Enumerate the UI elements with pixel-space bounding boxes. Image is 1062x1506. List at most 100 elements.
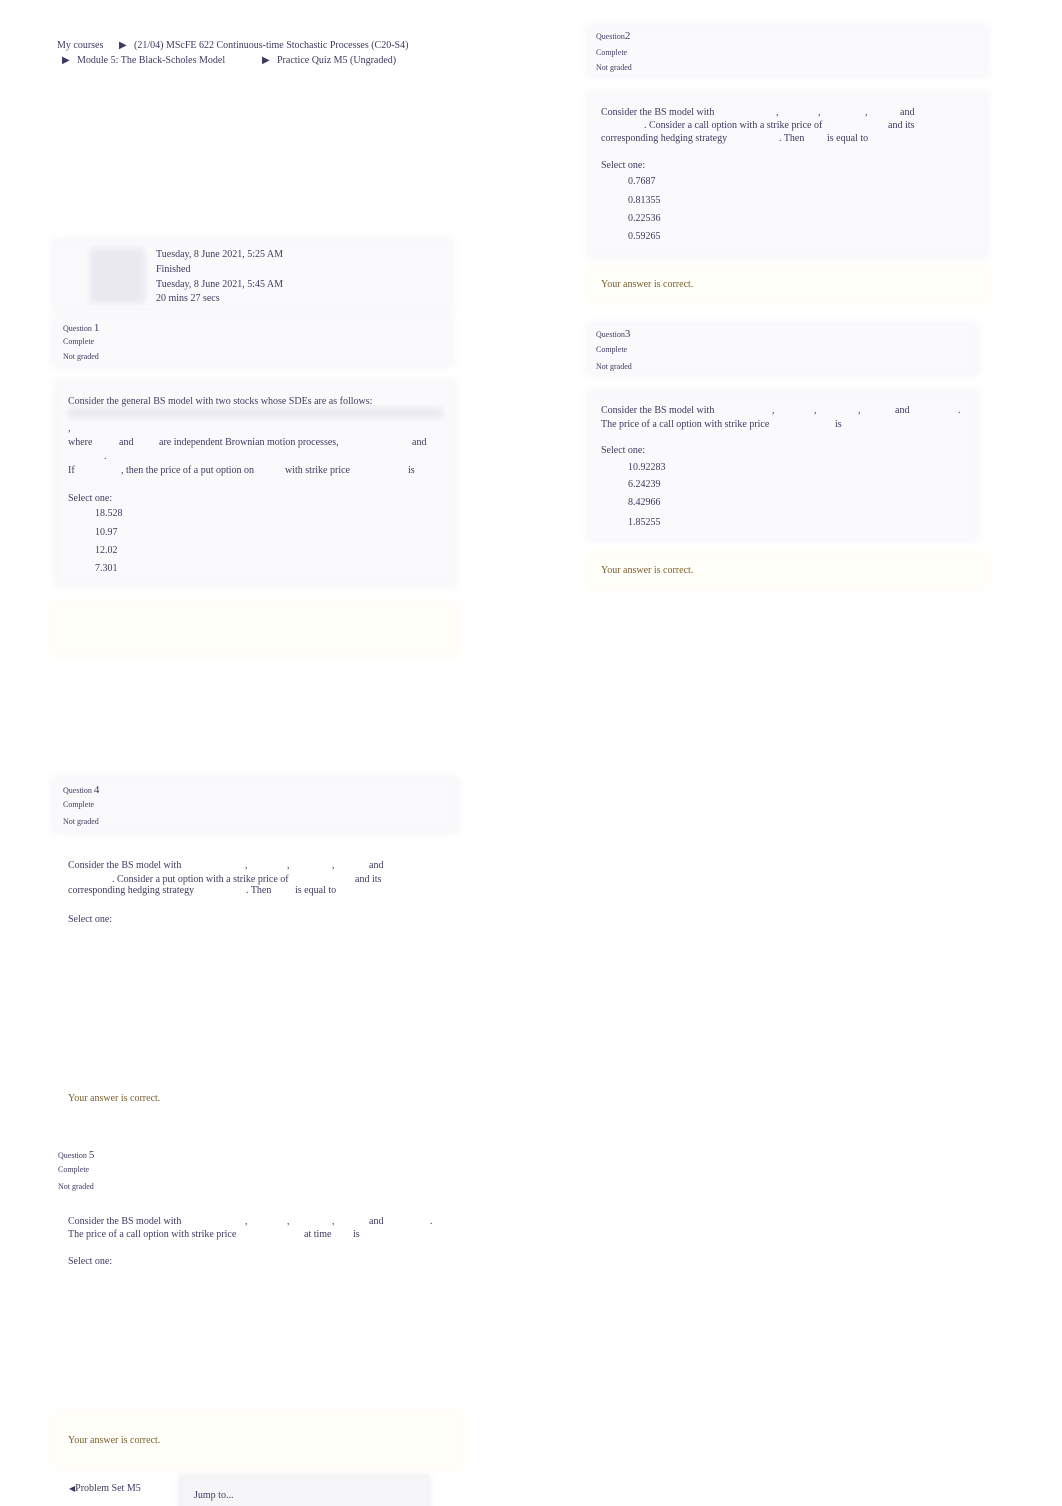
q4-info — [55, 780, 455, 830]
q3-option[interactable]: 1.85255 — [628, 517, 661, 528]
q1-option[interactable]: 7.301 — [95, 563, 118, 574]
breadcrumb-module[interactable]: Module 5: The Black-Scholes Model — [77, 55, 225, 66]
q1-text: and — [119, 437, 134, 448]
q2-grade: Not graded — [596, 63, 632, 72]
q2-text: , — [818, 107, 821, 118]
question-number: 3 — [624, 328, 631, 340]
jump-to-select[interactable]: Jump to... — [182, 1478, 427, 1506]
q1-label: Question 1 — [63, 322, 99, 334]
q3-feedback: Your answer is correct. — [601, 565, 694, 576]
question-word: Question — [596, 330, 625, 339]
q1-formula-blurred — [68, 408, 443, 418]
q1-text: , then the price of a put option on — [121, 465, 255, 476]
q4-text: and — [369, 860, 384, 871]
q1-info — [55, 318, 450, 364]
state: Finished — [156, 264, 191, 275]
breadcrumb-separator-icon: ▶ — [119, 40, 127, 51]
q1-select-one: Select one: — [68, 493, 113, 504]
q5-text: , — [332, 1216, 335, 1227]
q5-select-one: Select one: — [68, 1256, 113, 1267]
breadcrumb-separator-icon: ▶ — [262, 55, 270, 66]
q4-label: Question 4 — [63, 784, 99, 796]
q3-text: . — [958, 405, 961, 416]
q2-option[interactable]: 0.81355 — [628, 195, 661, 206]
q2-label: Question2 — [596, 30, 630, 42]
q2-text: is equal to — [827, 133, 869, 144]
q4-text: , — [245, 860, 248, 871]
q4-text: corresponding hedging strategy — [68, 885, 195, 896]
q3-text: The price of a call option with strike p… — [601, 419, 770, 430]
q3-text: Consider the BS model with — [601, 405, 715, 416]
q2-option[interactable]: 0.7687 — [628, 176, 656, 187]
question-number: 5 — [88, 1149, 95, 1161]
q4-text: , — [332, 860, 335, 871]
q2-text: . Consider a call option with a strike p… — [644, 120, 823, 131]
q1-option[interactable]: 12.02 — [95, 545, 118, 556]
question-word: Question — [58, 1151, 87, 1160]
q3-text: and — [895, 405, 910, 416]
breadcrumb-my-courses[interactable]: My courses — [57, 40, 103, 51]
prev-activity-label: Problem Set M5 — [75, 1483, 141, 1494]
q2-status: Complete — [596, 48, 628, 57]
q2-select-one: Select one: — [601, 160, 646, 171]
q2-text: , — [865, 107, 868, 118]
time-taken: 20 mins 27 secs — [156, 293, 220, 304]
breadcrumb-quiz[interactable]: Practice Quiz M5 (Ungraded) — [277, 55, 396, 66]
q5-text: at time — [304, 1229, 332, 1240]
q5-grade: Not graded — [58, 1182, 94, 1191]
q1-text: where — [68, 437, 93, 448]
q2-text: corresponding hedging strategy — [601, 133, 728, 144]
started-on: Tuesday, 8 June 2021, 5:25 AM — [156, 249, 284, 260]
q2-option[interactable]: 0.59265 — [628, 231, 661, 242]
q5-text: , — [287, 1216, 290, 1227]
q1-text: is — [408, 465, 415, 476]
q4-feedback: Your answer is correct. — [68, 1093, 161, 1104]
jump-to-label: Jump to... — [194, 1490, 234, 1501]
q1-text: with strike price — [285, 465, 350, 476]
q3-option[interactable]: 6.24239 — [628, 479, 661, 490]
q2-text: Consider the BS model with — [601, 107, 715, 118]
q3-option[interactable]: 10.92283 — [628, 462, 666, 473]
q3-text: , — [772, 405, 775, 416]
q1-text: If — [68, 465, 75, 476]
q4-select-one: Select one: — [68, 914, 113, 925]
q1-option[interactable]: 10.97 — [95, 527, 118, 538]
q5-status: Complete — [58, 1165, 90, 1174]
q2-text: . Then — [779, 133, 805, 144]
q2-info — [590, 28, 985, 74]
q1-text: . — [104, 451, 107, 462]
q2-option[interactable]: 0.22536 — [628, 213, 661, 224]
q2-text: , — [776, 107, 779, 118]
q3-text: is — [835, 419, 842, 430]
breadcrumb-course[interactable]: (21/04) MScFE 622 Continuous-time Stocha… — [134, 40, 408, 51]
question-number: 4 — [93, 784, 100, 796]
question-number: 1 — [93, 322, 100, 334]
q3-info — [590, 326, 975, 372]
q1-grade: Not graded — [63, 352, 99, 361]
q1-text: , — [68, 423, 71, 434]
q4-text: , — [287, 860, 290, 871]
q3-option[interactable]: 8.42966 — [628, 497, 661, 508]
q3-text: , — [858, 405, 861, 416]
q5-text: is — [353, 1229, 360, 1240]
q2-text: and — [900, 107, 915, 118]
q5-feedback: Your answer is correct. — [68, 1435, 161, 1446]
q1-text: are independent Brownian motion processe… — [159, 437, 339, 448]
q1-option[interactable]: 18.528 — [95, 508, 123, 519]
breadcrumb-separator-icon: ▶ — [62, 55, 70, 66]
q2-feedback: Your answer is correct. — [601, 279, 694, 290]
completed-on: Tuesday, 8 June 2021, 5:45 AM — [156, 279, 284, 290]
prev-activity-link[interactable]: ◀Problem Set M5 — [69, 1483, 141, 1494]
q5-text: The price of a call option with strike p… — [68, 1229, 237, 1240]
q3-grade: Not graded — [596, 362, 632, 371]
q4-text: is equal to — [295, 885, 337, 896]
q5-text: Consider the BS model with — [68, 1216, 182, 1227]
q3-label: Question3 — [596, 328, 630, 340]
question-number: 2 — [624, 30, 631, 42]
q5-text: . — [430, 1216, 433, 1227]
q5-label: Question 5 — [58, 1149, 94, 1161]
q4-grade: Not graded — [63, 817, 99, 826]
q3-select-one: Select one: — [601, 445, 646, 456]
q5-text: , — [245, 1216, 248, 1227]
q4-status: Complete — [63, 800, 95, 809]
